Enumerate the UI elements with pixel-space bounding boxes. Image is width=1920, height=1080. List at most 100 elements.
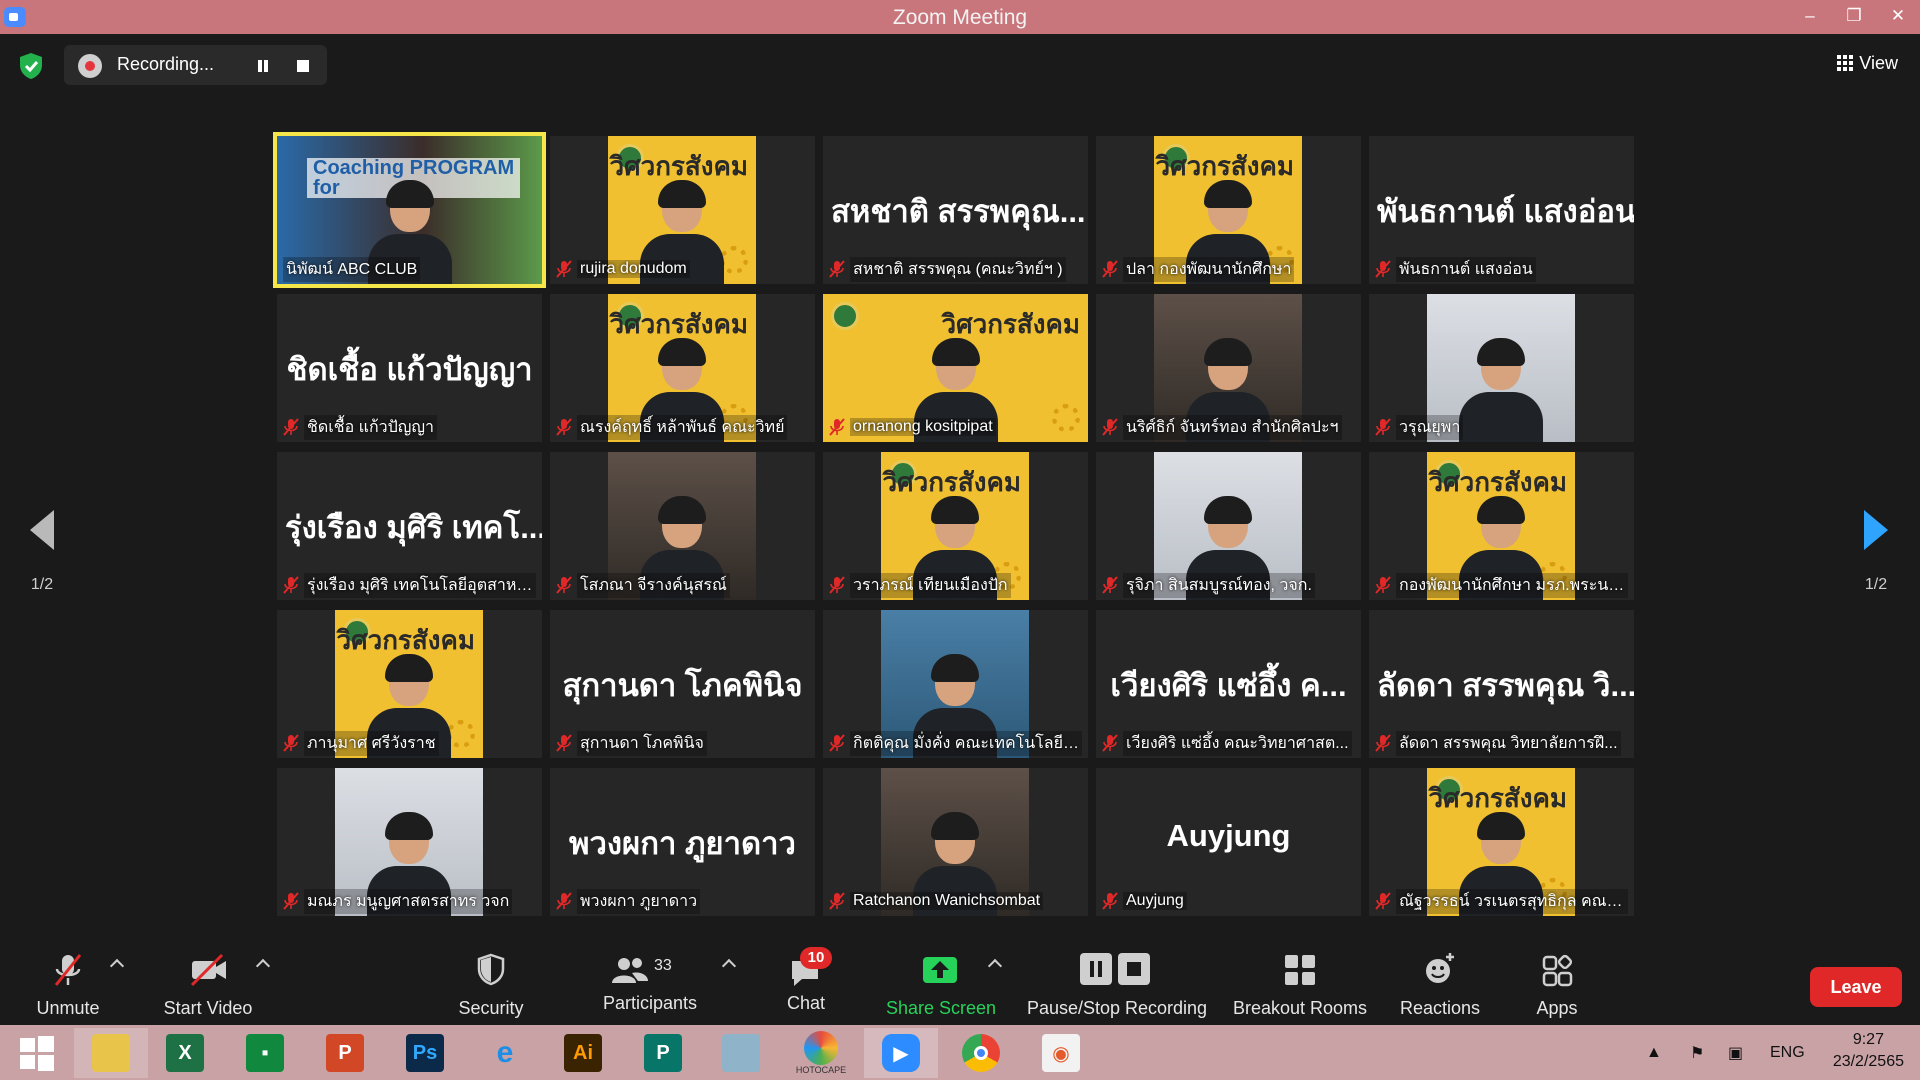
taskbar-notes[interactable] bbox=[704, 1028, 778, 1078]
windows-taskbar: X ▪ P Ps e Ai P HOTOCAPE ▶ ◉ ▲ ⚑ ▣ ENG 9… bbox=[0, 1025, 1920, 1080]
participant-tile[interactable]: วิศวกรสังคม rujira donudom bbox=[550, 136, 815, 284]
security-shield-icon bbox=[477, 953, 505, 986]
gallery-view: Coaching PROGRAM for นิพัฒน์ ABC CLUB วิศว… bbox=[273, 132, 1639, 920]
taskbar-zoom[interactable]: ▶ bbox=[864, 1028, 938, 1078]
minimize-button[interactable]: – bbox=[1788, 0, 1832, 34]
taskbar-file-explorer[interactable] bbox=[74, 1028, 148, 1078]
start-button[interactable] bbox=[0, 1028, 74, 1078]
pause-stop-icon bbox=[1080, 953, 1150, 985]
participant-tile[interactable]: พวงผกา ภูยาดาว พวงผกา ภูยาดาว bbox=[550, 768, 815, 916]
mic-muted-icon bbox=[283, 576, 299, 594]
taskbar-internet-explorer[interactable]: e bbox=[468, 1028, 542, 1078]
photoshop-icon: Ps bbox=[406, 1034, 444, 1072]
participant-tile[interactable]: Coaching PROGRAM for นิพัฒน์ ABC CLUB bbox=[273, 132, 546, 288]
taskbar-photos[interactable]: ◉ bbox=[1024, 1028, 1098, 1078]
mic-muted-icon bbox=[1375, 418, 1391, 436]
grid-view-icon bbox=[1837, 55, 1854, 71]
store-icon: ▪ bbox=[246, 1034, 284, 1072]
participant-tile[interactable]: โสภณา จีรางค์นุสรณ์ bbox=[550, 452, 815, 600]
taskbar-illustrator[interactable]: Ai bbox=[546, 1028, 620, 1078]
participant-tile[interactable]: นริศ์ธิก์ จันทร์ทอง สำนักศิลปะฯ bbox=[1096, 294, 1361, 442]
participants-icon: 33 bbox=[610, 951, 690, 989]
participant-name-bar: โสภณา จีรางค์นุสรณ์ bbox=[556, 572, 809, 598]
illustrator-icon: Ai bbox=[564, 1034, 602, 1072]
close-button[interactable]: ✕ bbox=[1876, 0, 1920, 34]
pause-stop-recording-button[interactable]: Pause/Stop Recording bbox=[1024, 951, 1210, 1021]
apps-button[interactable]: Apps bbox=[1524, 951, 1590, 1021]
taskbar-clock[interactable]: 9:27 23/2/2565 bbox=[1833, 1029, 1904, 1073]
participant-name: พวงผกา ภูยาดาว bbox=[577, 888, 701, 914]
participant-tile[interactable]: มณภร มนูญศาสตรสาทร วจก bbox=[277, 768, 542, 916]
share-screen-button[interactable]: Share Screen bbox=[886, 951, 996, 1021]
taskbar-excel[interactable]: X bbox=[148, 1028, 222, 1078]
chevron-up-icon: ▲ bbox=[1646, 1043, 1662, 1061]
participant-name-bar: ปลา กองพัฒนานักศึกษา bbox=[1102, 256, 1355, 282]
unmute-button[interactable]: Unmute bbox=[22, 951, 114, 1021]
participant-tile[interactable]: วิศวกรสังคม ณัฐวรรธน์ วรเนตรสุทธิกุล คณะเ… bbox=[1369, 768, 1634, 916]
stop-recording-button[interactable] bbox=[290, 53, 316, 79]
participant-tile[interactable]: ชิดเชื้อ แก้วปัญญา ชิดเชื้อ แก้วปัญญา bbox=[277, 294, 542, 442]
start-video-button[interactable]: Start Video bbox=[156, 951, 260, 1021]
video-off-icon bbox=[190, 953, 226, 987]
action-center-flag-icon[interactable]: ⚑ bbox=[1690, 1025, 1704, 1080]
participant-tile[interactable]: วิศวกรสังคม ปลา กองพัฒนานักศึกษา bbox=[1096, 136, 1361, 284]
breakout-rooms-button[interactable]: Breakout Rooms bbox=[1230, 951, 1370, 1021]
taskbar-store[interactable]: ▪ bbox=[228, 1028, 302, 1078]
chat-button[interactable]: 10 Chat bbox=[778, 947, 834, 1021]
photoscape-icon bbox=[804, 1031, 838, 1065]
participant-name-bar: ณัฐวรรธน์ วรเนตรสุทธิกุล คณะเ... bbox=[1375, 888, 1628, 914]
pause-recording-button[interactable] bbox=[250, 53, 276, 79]
participant-tile[interactable]: รุจิภา สินสมบูรณ์ทอง, วจก. bbox=[1096, 452, 1361, 600]
participant-name: กิตติคุณ มั่งคั่ง คณะเทคโนโลยีอุ... bbox=[850, 730, 1082, 756]
leave-button[interactable]: Leave bbox=[1810, 967, 1902, 1007]
participant-tile[interactable]: สุกานดา โภคพินิจ สุกานดา โภคพินิจ bbox=[550, 610, 815, 758]
start-video-label: Start Video bbox=[163, 998, 253, 1018]
participant-tile[interactable]: Ratchanon Wanichsombat bbox=[823, 768, 1088, 916]
show-hidden-icons[interactable]: ▲ bbox=[1646, 1025, 1662, 1080]
view-button[interactable]: View bbox=[1837, 48, 1898, 78]
participants-button[interactable]: 33 Participants bbox=[592, 951, 708, 1021]
taskbar-publisher[interactable]: P bbox=[626, 1028, 700, 1078]
participant-name: Ratchanon Wanichsombat bbox=[850, 892, 1044, 910]
next-page-button[interactable]: 1/2 bbox=[1856, 510, 1896, 594]
participant-tile[interactable]: ลัดดา สรรพคุณ วิ... ลัดดา สรรพคุณ วิทยาลั… bbox=[1369, 610, 1634, 758]
participant-tile[interactable]: วิศวกรสังคม กองพัฒนานักศึกษา มรภ.พระนคร bbox=[1369, 452, 1634, 600]
participant-tile[interactable]: วรุณยุพา bbox=[1369, 294, 1634, 442]
participant-name-bar: ภานุมาศ ศรีวังราช bbox=[283, 730, 536, 756]
title-bar: Zoom Meeting – ❐ ✕ bbox=[0, 0, 1920, 34]
clock-time: 9:27 bbox=[1852, 1031, 1884, 1048]
taskbar-chrome[interactable] bbox=[944, 1028, 1018, 1078]
previous-page-button[interactable]: 1/2 bbox=[22, 510, 62, 594]
participant-name: กองพัฒนานักศึกษา มรภ.พระนคร bbox=[1396, 572, 1628, 598]
participant-name-bar: Ratchanon Wanichsombat bbox=[829, 890, 1082, 912]
participant-tile[interactable]: วิศวกรสังคม ณรงค์ฤทธิ์ หล้าพันธ์ คณะวิทย์ bbox=[550, 294, 815, 442]
participant-tile[interactable]: รุ่งเรือง มุศิริ เทคโ... รุ่งเรือง มุศิริ… bbox=[277, 452, 542, 600]
participant-name-bar: รุ่งเรือง มุศิริ เทคโนโลยีอุตสาหกร... bbox=[283, 572, 536, 598]
taskbar-powerpoint[interactable]: P bbox=[308, 1028, 382, 1078]
publisher-icon: P bbox=[644, 1034, 682, 1072]
shield-icon[interactable] bbox=[18, 52, 44, 80]
participants-label: Participants bbox=[602, 993, 698, 1013]
participant-tile[interactable]: กิตติคุณ มั่งคั่ง คณะเทคโนโลยีอุ... bbox=[823, 610, 1088, 758]
participant-tile[interactable]: สหชาติ สรรพคุณ... สหชาติ สรรพคุณ (คณะวิทย… bbox=[823, 136, 1088, 284]
taskbar-photoscape[interactable]: HOTOCAPE bbox=[784, 1028, 858, 1078]
network-icon[interactable]: ▣ bbox=[1728, 1025, 1743, 1080]
participant-tile[interactable]: เวียงศิริ แซ่อึ้ง ค... เวียงศิริ แซ่อึ้ง … bbox=[1096, 610, 1361, 758]
security-button[interactable]: Security bbox=[448, 951, 534, 1021]
input-language[interactable]: ENG bbox=[1770, 1025, 1805, 1080]
participant-display-name: Auyjung bbox=[1166, 818, 1291, 853]
restore-button[interactable]: ❐ bbox=[1832, 0, 1876, 34]
participant-tile[interactable]: พันธกานต์ แสงอ่อน พันธกานต์ แสงอ่อน bbox=[1369, 136, 1634, 284]
participants-options-caret[interactable] bbox=[721, 958, 737, 974]
page-indicator-right: 1/2 bbox=[1864, 576, 1888, 593]
participant-name-bar: ณรงค์ฤทธิ์ หล้าพันธ์ คณะวิทย์ bbox=[556, 414, 809, 440]
reactions-button[interactable]: Reactions bbox=[1394, 951, 1486, 1021]
participant-tile[interactable]: วิศวกรสังคม วราภรณ์ เทียนเมืองปัก bbox=[823, 452, 1088, 600]
participant-tile[interactable]: วิศวกรสังคม ภานุมาศ ศรีวังราช bbox=[277, 610, 542, 758]
participant-tile[interactable]: วิศวกรสังคม ornanong kositpipat bbox=[823, 294, 1088, 442]
mic-muted-icon bbox=[1375, 576, 1391, 594]
participant-tile[interactable]: Auyjung Auyjung bbox=[1096, 768, 1361, 916]
taskbar-photoshop[interactable]: Ps bbox=[388, 1028, 462, 1078]
mic-muted-icon bbox=[1102, 260, 1118, 278]
folder-icon bbox=[92, 1034, 130, 1072]
